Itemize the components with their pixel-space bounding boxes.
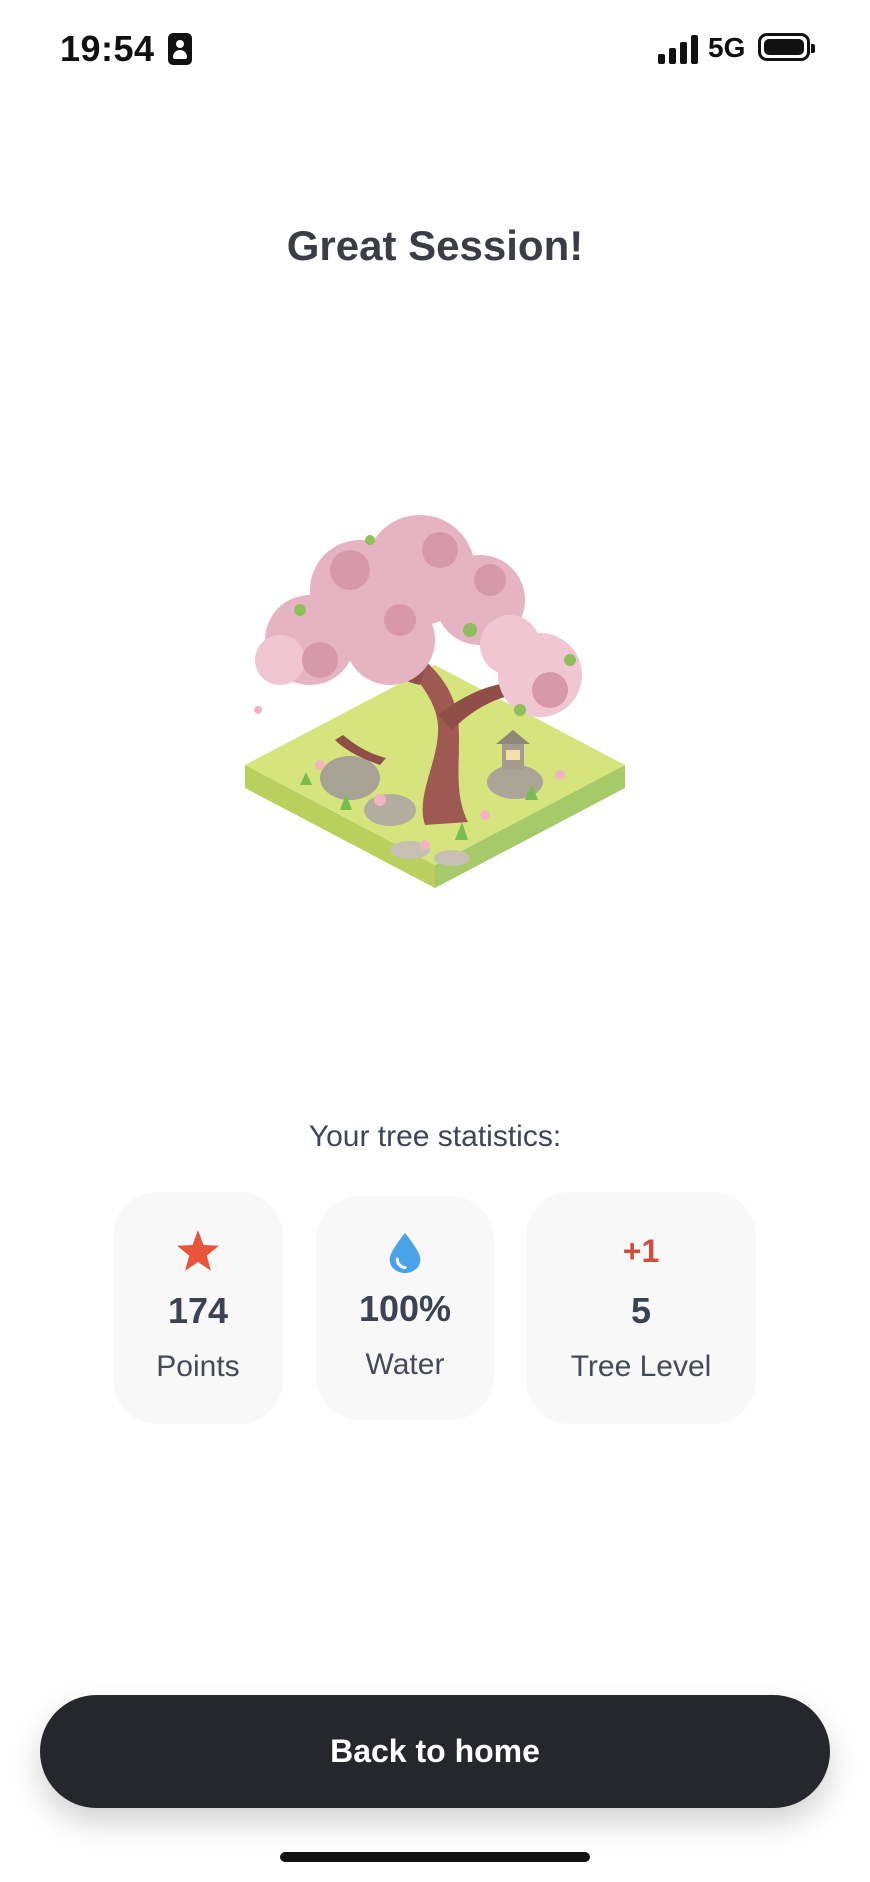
- home-indicator: [280, 1852, 590, 1862]
- page-title: Great Session!: [286, 222, 584, 269]
- signal-icon: [658, 34, 700, 64]
- back-to-home-button[interactable]: Back to home: [40, 1695, 830, 1808]
- water-drop-icon: [316, 1230, 494, 1276]
- level-increase-badge: +1: [622, 1232, 660, 1269]
- tree-level-card: +1 5 Tree Level: [526, 1192, 756, 1424]
- star-icon: [113, 1228, 283, 1274]
- status-time: 19:54: [60, 28, 155, 69]
- stats-heading: Your tree statistics:: [308, 1120, 562, 1153]
- contact-id-icon: [168, 33, 192, 65]
- tree-level-label: Tree Level: [570, 1350, 712, 1383]
- status-bar: 19:54 5G: [0, 0, 870, 100]
- water-value: 100%: [358, 1288, 452, 1329]
- points-value: 174: [167, 1290, 229, 1331]
- level-badge-wrap: +1: [526, 1228, 756, 1274]
- points-label: Points: [156, 1350, 240, 1383]
- battery-icon: [758, 33, 815, 61]
- water-card: 100% Water: [316, 1196, 494, 1420]
- points-card: 174 Points: [113, 1192, 283, 1424]
- tree-level-value: 5: [630, 1290, 652, 1331]
- water-label: Water: [365, 1348, 445, 1381]
- network-type: 5G: [708, 32, 746, 63]
- cherry-blossom-tree-illustration: [245, 515, 625, 888]
